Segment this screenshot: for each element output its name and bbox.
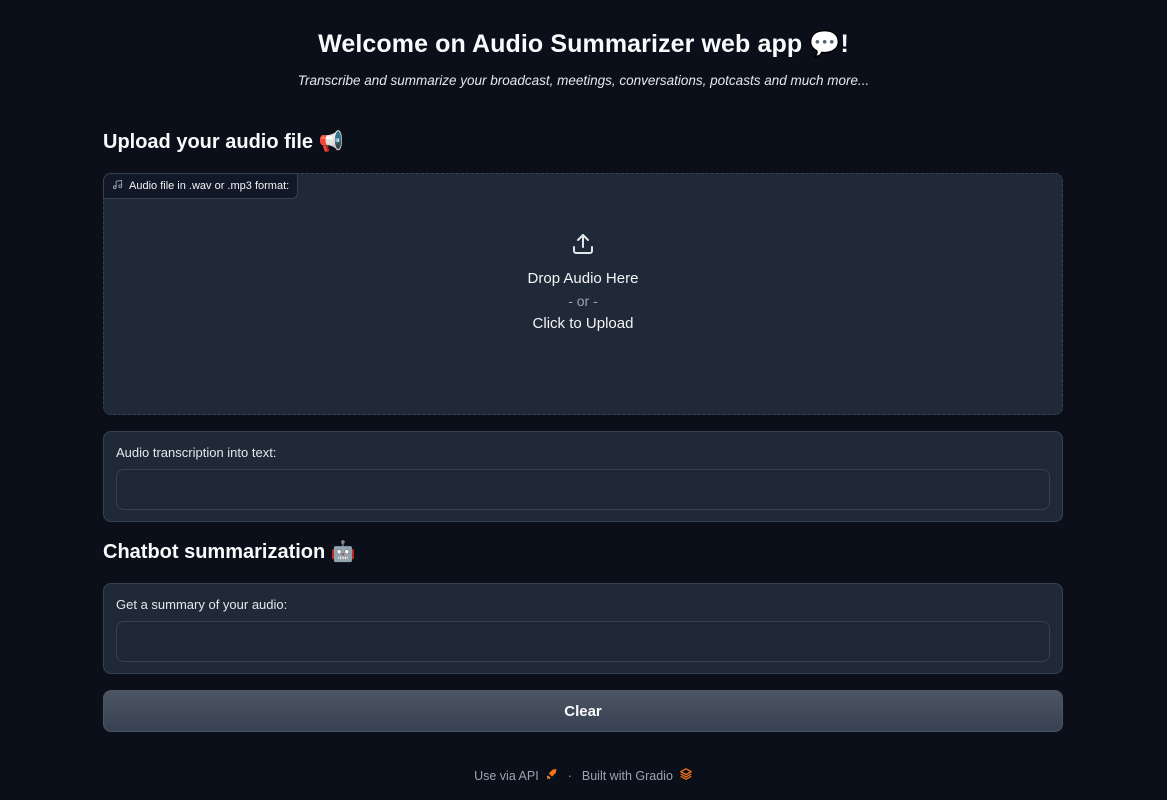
audio-upload-dropzone[interactable]: Audio file in .wav or .mp3 format: Drop …: [103, 173, 1063, 415]
gradio-logo-icon: [679, 767, 693, 784]
upload-icon: [104, 232, 1062, 256]
page-title: Welcome on Audio Summarizer web app 💬!: [318, 30, 849, 58]
drop-audio-text: Drop Audio Here: [527, 270, 639, 287]
built-with-gradio-link[interactable]: Built with Gradio: [582, 767, 693, 784]
summary-block: Get a summary of your audio:: [103, 583, 1063, 674]
footer: Use via API · Built with Gradio: [0, 767, 1167, 784]
use-via-api-link[interactable]: Use via API: [474, 768, 558, 784]
or-separator-text: - or -: [568, 293, 598, 309]
upload-section-title: Upload your audio file 📢: [103, 131, 344, 153]
music-note-icon: [112, 179, 123, 193]
drop-area[interactable]: Drop Audio Here - or - Click to Upload: [104, 232, 1062, 332]
app-page: Welcome on Audio Summarizer web app 💬! T…: [0, 0, 1167, 800]
clear-button[interactable]: Clear: [103, 690, 1063, 732]
audio-block-label: Audio file in .wav or .mp3 format:: [103, 173, 299, 199]
header: Welcome on Audio Summarizer web app 💬! T…: [0, 30, 1167, 88]
audio-block-label-text: Audio file in .wav or .mp3 format:: [129, 180, 290, 192]
chatbot-section-title: Chatbot summarization 🤖: [103, 541, 356, 563]
transcription-block: Audio transcription into text:: [103, 431, 1063, 522]
chatbot-section-header: Chatbot summarization 🤖: [103, 539, 1063, 564]
transcription-textbox[interactable]: [116, 469, 1050, 510]
transcription-label: Audio transcription into text:: [116, 445, 277, 460]
upload-section-header: Upload your audio file 📢: [103, 129, 1063, 154]
page-subtitle: Transcribe and summarize your broadcast,…: [297, 73, 870, 88]
summary-textbox[interactable]: [116, 621, 1050, 662]
click-to-upload-text[interactable]: Click to Upload: [104, 315, 1062, 332]
footer-separator: ·: [567, 768, 572, 783]
summary-label: Get a summary of your audio:: [116, 597, 288, 612]
rocket-icon: [545, 768, 558, 784]
use-via-api-label: Use via API: [474, 768, 539, 783]
built-with-gradio-label: Built with Gradio: [581, 768, 673, 783]
